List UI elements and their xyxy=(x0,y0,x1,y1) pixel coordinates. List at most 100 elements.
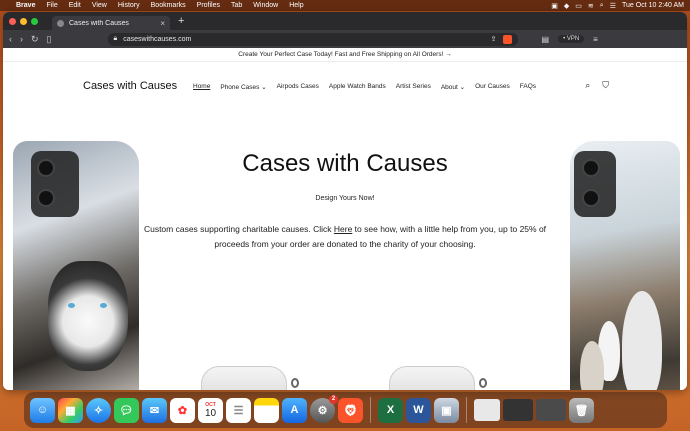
brave-shields-icon[interactable] xyxy=(502,34,512,44)
nav-our-causes[interactable]: Our Causes xyxy=(475,83,510,91)
camera-lens-icon xyxy=(582,189,600,207)
search-icon[interactable]: ⌕ xyxy=(600,2,604,10)
camera-lens-icon xyxy=(582,159,600,177)
announcement-bar[interactable]: Create Your Perfect Case Today! Fast and… xyxy=(3,48,687,62)
web-page: Create Your Perfect Case Today! Fast and… xyxy=(3,48,687,390)
preview-icon[interactable]: ▣ xyxy=(434,397,459,423)
airpods-case-image xyxy=(389,366,475,390)
app-store-icon[interactable]: A xyxy=(282,397,307,423)
nav-about[interactable]: About ⌄ xyxy=(441,83,465,91)
menu-history[interactable]: History xyxy=(118,2,140,9)
husky-dog xyxy=(48,261,128,371)
menu-bookmarks[interactable]: Bookmarks xyxy=(151,2,186,9)
lock-icon[interactable]: 🔒︎ xyxy=(114,35,118,43)
hero-desc-text: Custom cases supporting charitable cause… xyxy=(143,224,334,234)
sidebar-toggle-icon[interactable]: ▤ xyxy=(542,35,550,44)
launchpad-icon[interactable]: ▦ xyxy=(58,397,83,423)
chevron-down-icon: ⌄ xyxy=(459,84,466,91)
keychain-clip-icon xyxy=(479,378,487,388)
dog-eye xyxy=(68,303,75,308)
menu-app-name[interactable]: Brave xyxy=(16,2,35,9)
menu-help[interactable]: Help xyxy=(289,2,303,9)
camera-module xyxy=(574,151,616,217)
nav-phone-cases-label: Phone Cases xyxy=(220,84,260,91)
share-icon[interactable]: ⇪ xyxy=(491,35,497,43)
airpods-case-image xyxy=(201,366,287,390)
hero-description: Custom cases supporting charitable cause… xyxy=(141,222,549,252)
excel-icon[interactable]: X xyxy=(378,397,403,423)
cart-icon[interactable]: ⛉ xyxy=(602,80,609,91)
tab-bar: Cases with Causes × + xyxy=(3,12,687,30)
menu-edit[interactable]: Edit xyxy=(69,2,81,9)
dock-separator xyxy=(370,397,371,423)
menu-window[interactable]: Window xyxy=(253,2,278,9)
battery-icon[interactable]: ▭ xyxy=(575,2,582,10)
notes-icon[interactable] xyxy=(254,397,279,423)
reminders-icon[interactable]: ☰ xyxy=(226,397,251,423)
nav-home[interactable]: Home xyxy=(193,83,210,91)
vpn-status-icon[interactable]: ◆ xyxy=(564,2,569,10)
bookmark-icon[interactable]: ▯ xyxy=(47,34,52,45)
settings-badge: 2 xyxy=(329,394,338,404)
dock-separator xyxy=(466,397,467,423)
nav-apple-watch-bands[interactable]: Apple Watch Bands xyxy=(329,83,386,91)
menu-icon[interactable]: ≡ xyxy=(593,35,598,44)
messages-icon[interactable]: 💬︎ xyxy=(114,397,139,423)
site-search-icon[interactable]: ⌕ xyxy=(585,80,590,91)
menu-bar: Brave File Edit View History Bookmarks P… xyxy=(0,0,690,11)
recent-window-thumbnail[interactable] xyxy=(503,399,533,421)
nav-faqs[interactable]: FAQs xyxy=(520,83,536,91)
trash-icon[interactable]: 🗑︎ xyxy=(569,397,594,423)
mail-icon[interactable]: ✉ xyxy=(142,397,167,423)
finder-icon[interactable]: ☺ xyxy=(30,397,55,423)
person-figure xyxy=(622,291,662,390)
minimize-window-button[interactable] xyxy=(20,17,27,25)
husky-phone-case-image xyxy=(13,141,139,390)
address-bar[interactable]: 🔒︎ caseswithcauses.com ⇪ xyxy=(107,32,518,46)
photos-icon[interactable]: ✿ xyxy=(170,397,195,423)
new-tab-icon[interactable]: + xyxy=(178,15,184,27)
keychain-clip-icon xyxy=(291,378,299,388)
recent-window-thumbnail[interactable] xyxy=(474,399,500,421)
site-nav: Home Phone Cases ⌄ Airpods Cases Apple W… xyxy=(193,83,536,91)
favicon-icon xyxy=(57,19,64,27)
url-text[interactable]: caseswithcauses.com xyxy=(123,36,484,43)
browser-toolbar: ‹ › ↻ ▯ 🔒︎ caseswithcauses.com ⇪ ▤ • VPN… xyxy=(3,30,687,48)
menu-view[interactable]: View xyxy=(92,2,107,9)
calendar-icon[interactable]: OCT 10 xyxy=(198,397,223,423)
dog-eye xyxy=(100,303,107,308)
safari-icon[interactable]: ✧ xyxy=(86,397,111,423)
calendar-day: 10 xyxy=(204,407,217,419)
tab-cases-with-causes[interactable]: Cases with Causes × xyxy=(52,16,170,30)
tab-title: Cases with Causes xyxy=(69,19,129,27)
here-link[interactable]: Here xyxy=(334,224,352,234)
nav-phone-cases[interactable]: Phone Cases ⌄ xyxy=(220,83,266,91)
system-settings-icon[interactable]: ⚙ 2 xyxy=(310,394,338,423)
zoom-window-button[interactable] xyxy=(31,17,38,25)
browser-window: Cases with Causes × + ‹ › ↻ ▯ 🔒︎ caseswi… xyxy=(3,12,687,390)
back-icon[interactable]: ‹ xyxy=(9,34,12,44)
word-icon[interactable]: W xyxy=(406,397,431,423)
menu-tab[interactable]: Tab xyxy=(231,2,242,9)
site-logo[interactable]: Cases with Causes xyxy=(83,80,177,92)
nav-about-label: About xyxy=(440,84,458,91)
menu-clock[interactable]: Tue Oct 10 2:40 AM xyxy=(622,2,684,9)
nav-airpods-cases[interactable]: Airpods Cases xyxy=(277,83,319,91)
close-window-button[interactable] xyxy=(9,17,16,25)
forward-icon[interactable]: › xyxy=(20,34,23,44)
header-icons: ⌕ ⛉ xyxy=(585,80,609,91)
vpn-button[interactable]: • VPN xyxy=(558,35,585,43)
menu-profiles[interactable]: Profiles xyxy=(197,2,220,9)
window-controls xyxy=(9,17,38,25)
control-center-icon[interactable]: ☰ xyxy=(610,2,616,10)
brave-icon[interactable]: 🦁︎ xyxy=(338,397,363,423)
finder-status-icon[interactable]: ▣ xyxy=(551,2,558,10)
menu-file[interactable]: File xyxy=(46,2,57,9)
close-tab-icon[interactable]: × xyxy=(160,19,165,28)
recent-window-thumbnail[interactable] xyxy=(536,399,566,421)
reload-icon[interactable]: ↻ xyxy=(31,34,39,45)
family-phone-case-image xyxy=(570,141,680,390)
wifi-icon[interactable]: ≋ xyxy=(588,2,594,10)
nav-artist-series[interactable]: Artist Series xyxy=(396,83,431,91)
chevron-down-icon: ⌄ xyxy=(261,84,267,91)
